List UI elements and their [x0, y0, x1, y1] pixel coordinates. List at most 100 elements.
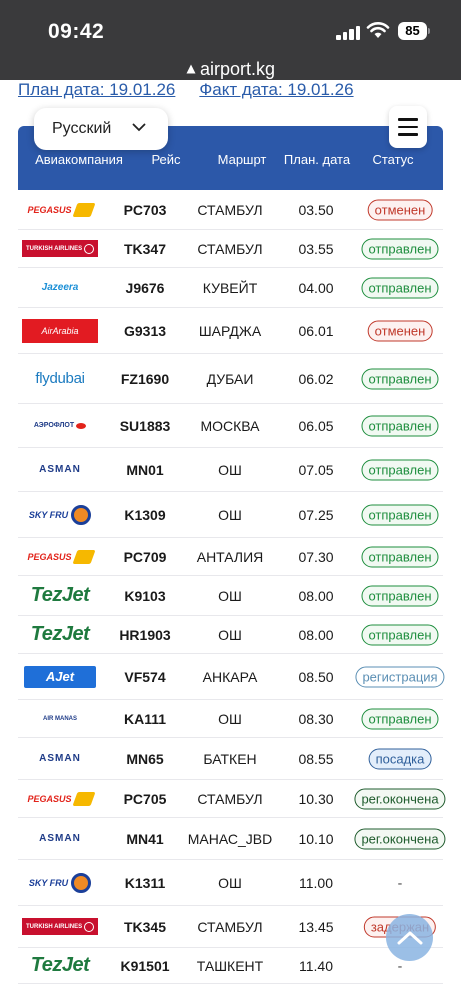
header-flight: Рейс — [151, 152, 181, 167]
airline-logo: SKY FRU — [22, 503, 98, 527]
airline-logo-mark: PEGASUS — [27, 549, 96, 564]
battery-tip — [428, 28, 430, 34]
table-row[interactable]: flydubai FZ1690 ДУБАИ 06.02 отправлен — [18, 354, 443, 404]
route-city: АНТАЛИЯ — [196, 548, 264, 565]
fact-date-link[interactable]: Факт дата: 19.01.26 — [199, 80, 353, 102]
status-bar: 09:42 85 — [0, 0, 461, 58]
plan-time: 03.55 — [298, 240, 334, 257]
table-row[interactable]: SKY FRU K1311 ОШ 11.00 - — [18, 860, 443, 906]
flight-number: K9103 — [124, 587, 166, 604]
header-plan-date: План. дата — [283, 152, 351, 167]
status-badge: рег.окончена — [354, 828, 446, 849]
chevron-down-icon — [132, 123, 146, 132]
status-badge: регистрация — [355, 666, 445, 687]
battery-indicator: 85 — [398, 22, 427, 40]
airline-logo: TezJet — [22, 584, 98, 608]
table-row[interactable]: TezJet K9103 ОШ 08.00 отправлен — [18, 576, 443, 616]
scroll-top-button[interactable] — [386, 914, 433, 961]
plan-time: 07.05 — [298, 461, 334, 478]
table-row[interactable]: АЭРОФЛОТ SU1883 МОСКВА 06.05 отправлен — [18, 404, 443, 448]
route-city: ШАРДЖА — [198, 322, 262, 339]
route-city: МОСКВА — [200, 417, 260, 434]
airline-logo: TURKISH AIRLINES — [22, 237, 98, 261]
plan-time: 13.45 — [298, 918, 334, 935]
airline-logo: AJet — [22, 665, 98, 689]
status-badge: отправлен — [361, 415, 439, 436]
plan-time: 08.30 — [298, 710, 334, 727]
table-row[interactable]: TezJet HR1903 ОШ 08.00 отправлен — [18, 616, 443, 654]
flight-number: FZ1690 — [120, 370, 170, 387]
status-badge: отправлен — [361, 238, 439, 259]
flight-number: PC703 — [123, 201, 167, 218]
table-row[interactable]: ASMAN MN01 ОШ 07.05 отправлен — [18, 448, 443, 492]
airline-logo-mark: ASMAN — [39, 833, 81, 844]
airline-logo: TezJet — [22, 623, 98, 647]
airline-logo-mark: TURKISH AIRLINES — [22, 918, 98, 935]
airline-logo-mark: ASMAN — [39, 753, 81, 764]
flight-number: J9676 — [125, 279, 165, 296]
table-row[interactable]: Jazeera J9676 КУВЕЙТ 04.00 отправлен — [18, 268, 443, 308]
plan-date-link[interactable]: План дата: 19.01.26 — [18, 80, 175, 102]
airline-logo-mark: ASMAN — [39, 464, 81, 475]
flight-number: K1309 — [124, 506, 166, 523]
status-badge: отправлен — [361, 459, 439, 480]
header-airline: Авиакомпания — [35, 152, 123, 167]
airline-logo-mark: SKY FRU — [29, 504, 92, 525]
table-row[interactable]: SKY FRU K1309 ОШ 07.25 отправлен — [18, 492, 443, 538]
header-status: Статус — [372, 152, 414, 167]
table-row[interactable]: PEGASUS PC709 АНТАЛИЯ 07.30 отправлен — [18, 538, 443, 576]
airline-logo: ASMAN — [22, 827, 98, 851]
url-bar[interactable]: airport.kg — [0, 58, 461, 80]
flight-number: VF574 — [124, 668, 166, 685]
page-content: План дата: 19.01.26 Факт дата: 19.01.26 … — [0, 80, 461, 1000]
airline-logo-mark: AirArabia — [22, 318, 98, 343]
airline-logo: ASMAN — [22, 747, 98, 771]
date-links: План дата: 19.01.26 Факт дата: 19.01.26 — [18, 80, 354, 102]
table-row[interactable]: PEGASUS PC705 СТАМБУЛ 10.30 рег.окончена — [18, 780, 446, 818]
status-badge: - — [397, 874, 403, 890]
airline-logo-mark: TURKISH AIRLINES — [22, 240, 98, 257]
airline-logo-mark: AJet — [24, 665, 96, 688]
airline-logo: ASMAN — [22, 458, 98, 482]
table-row[interactable]: AJet VF574 АНКАРА 08.50 регистрация — [18, 654, 445, 700]
plan-time: 03.50 — [298, 201, 334, 218]
airline-logo: TURKISH AIRLINES — [22, 915, 98, 939]
status-badge: отменен — [367, 199, 433, 220]
table-row[interactable]: PEGASUS PC703 СТАМБУЛ 03.50 отменен — [18, 190, 443, 230]
plan-time: 10.10 — [298, 830, 334, 847]
airline-logo: PEGASUS — [22, 787, 98, 811]
airline-logo: Jazeera — [22, 276, 98, 300]
status-badge: отправлен — [361, 708, 439, 729]
table-row[interactable]: TezJet K91501 ТАШКЕНТ 11.40- — [18, 948, 443, 984]
table-row[interactable]: ASMAN MN65 БАТКЕН 08.55 посадка — [18, 738, 443, 780]
table-row[interactable]: TURKISH AIRLINESTK345СТАМБУЛ13.45задержа… — [18, 906, 443, 948]
airline-logo-mark: АЭРОФЛОТ — [34, 422, 87, 429]
plan-time: 07.25 — [298, 506, 334, 523]
table-row[interactable]: TURKISH AIRLINES TK347 СТАМБУЛ 03.55 отправл… — [18, 230, 443, 268]
flight-number: MN01 — [126, 461, 164, 478]
route-city: ТАШКЕНТ — [196, 957, 264, 974]
route-city: МАНАС_JBD — [187, 830, 273, 847]
plan-time: 08.00 — [298, 626, 334, 643]
table-row[interactable]: AIR MANAS KA111 ОШ 08.30 отправлен — [18, 700, 443, 738]
status-badge: отправлен — [361, 504, 439, 525]
language-select[interactable]: Русский — [34, 108, 168, 150]
flight-number: SU1883 — [119, 417, 171, 434]
url-text: airport.kg — [199, 58, 276, 79]
plan-time: 06.05 — [298, 417, 334, 434]
status-badge: рег.окончена — [354, 788, 446, 809]
table-row[interactable]: AirArabia G9313 ШАРДЖА 06.01 отменен — [18, 308, 443, 354]
plan-time: 11.40 — [299, 957, 333, 974]
status-badge: посадка — [368, 748, 432, 769]
wifi-icon — [366, 22, 390, 38]
airline-logo: PEGASUS — [22, 198, 98, 222]
language-value: Русский — [52, 120, 112, 137]
header-route: Маршрт — [217, 152, 267, 167]
route-city: СТАМБУЛ — [197, 918, 263, 935]
route-city: ДУБАИ — [206, 370, 254, 387]
plan-time: 06.01 — [298, 322, 334, 339]
table-row[interactable]: ASMAN MN41 МАНАС_JBD 10.10 рег.окончена — [18, 818, 446, 860]
airline-logo: TezJet — [22, 954, 98, 978]
status-badge: отправлен — [361, 585, 439, 606]
menu-button[interactable] — [389, 106, 427, 148]
